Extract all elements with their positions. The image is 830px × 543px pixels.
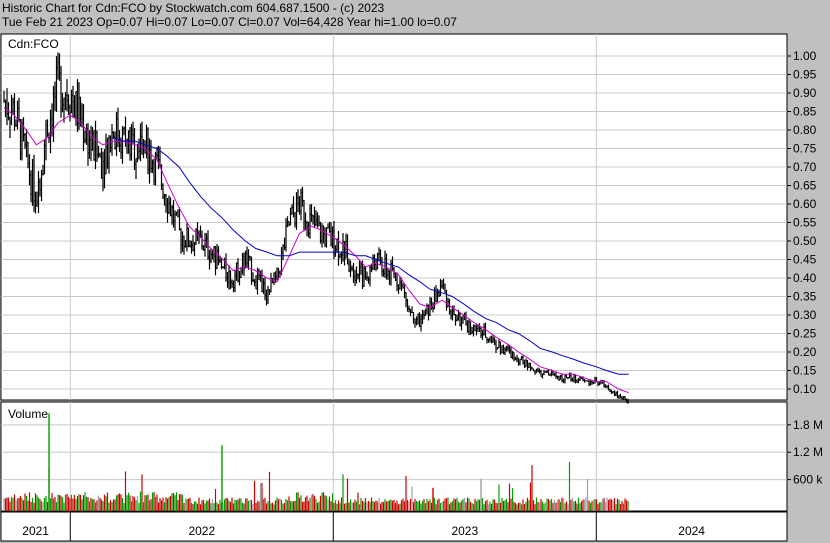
price-tick-label: 0.75: [793, 142, 817, 156]
x-axis-label: 2022: [188, 524, 215, 538]
volume-panel-title: Volume: [8, 407, 48, 421]
x-axis-strip: [0, 511, 788, 542]
price-tick-label: 0.10: [793, 382, 817, 396]
volume-tick-label: 600 k: [793, 473, 823, 487]
price-tick-label: 0.90: [793, 86, 817, 100]
price-tick-label: 0.60: [793, 197, 817, 211]
volume-tick-label: 1.2 M: [793, 445, 823, 459]
price-axis: 1.00 0.95 0.90 0.85 0.80 0.75 0.70 0.65 0.60 0.55…: [787, 49, 817, 396]
price-tick-label: 0.85: [793, 105, 817, 119]
price-tick-label: 0.50: [793, 234, 817, 248]
price-panel-title: Cdn:FCO: [8, 37, 59, 51]
x-axis-label: 2024: [678, 524, 705, 538]
price-tick-label: 0.35: [793, 290, 817, 304]
price-tick-label: 1.00: [793, 49, 817, 63]
stock-chart: Cdn:FCO Volume 1.00 0.95 0.90 0.85 0.80 0.75 0…: [0, 33, 823, 542]
price-tick-label: 0.20: [793, 345, 817, 359]
price-tick-label: 0.65: [793, 179, 817, 193]
volume-axis: 1.8 M 1.2 M 600 k: [787, 418, 823, 487]
price-tick-label: 0.95: [793, 68, 817, 82]
price-tick-label: 0.25: [793, 327, 817, 341]
volume-tick-label: 1.8 M: [793, 418, 823, 432]
price-tick-label: 0.70: [793, 160, 817, 174]
price-tick-label: 0.40: [793, 271, 817, 285]
price-tick-label: 0.30: [793, 308, 817, 322]
price-tick-label: 0.80: [793, 123, 817, 137]
price-tick-label: 0.15: [793, 364, 817, 378]
x-axis-label: 2023: [451, 524, 478, 538]
price-tick-label: 0.55: [793, 216, 817, 230]
price-tick-label: 0.45: [793, 253, 817, 267]
price-panel: [0, 33, 788, 401]
x-axis-label: 2021: [22, 524, 49, 538]
